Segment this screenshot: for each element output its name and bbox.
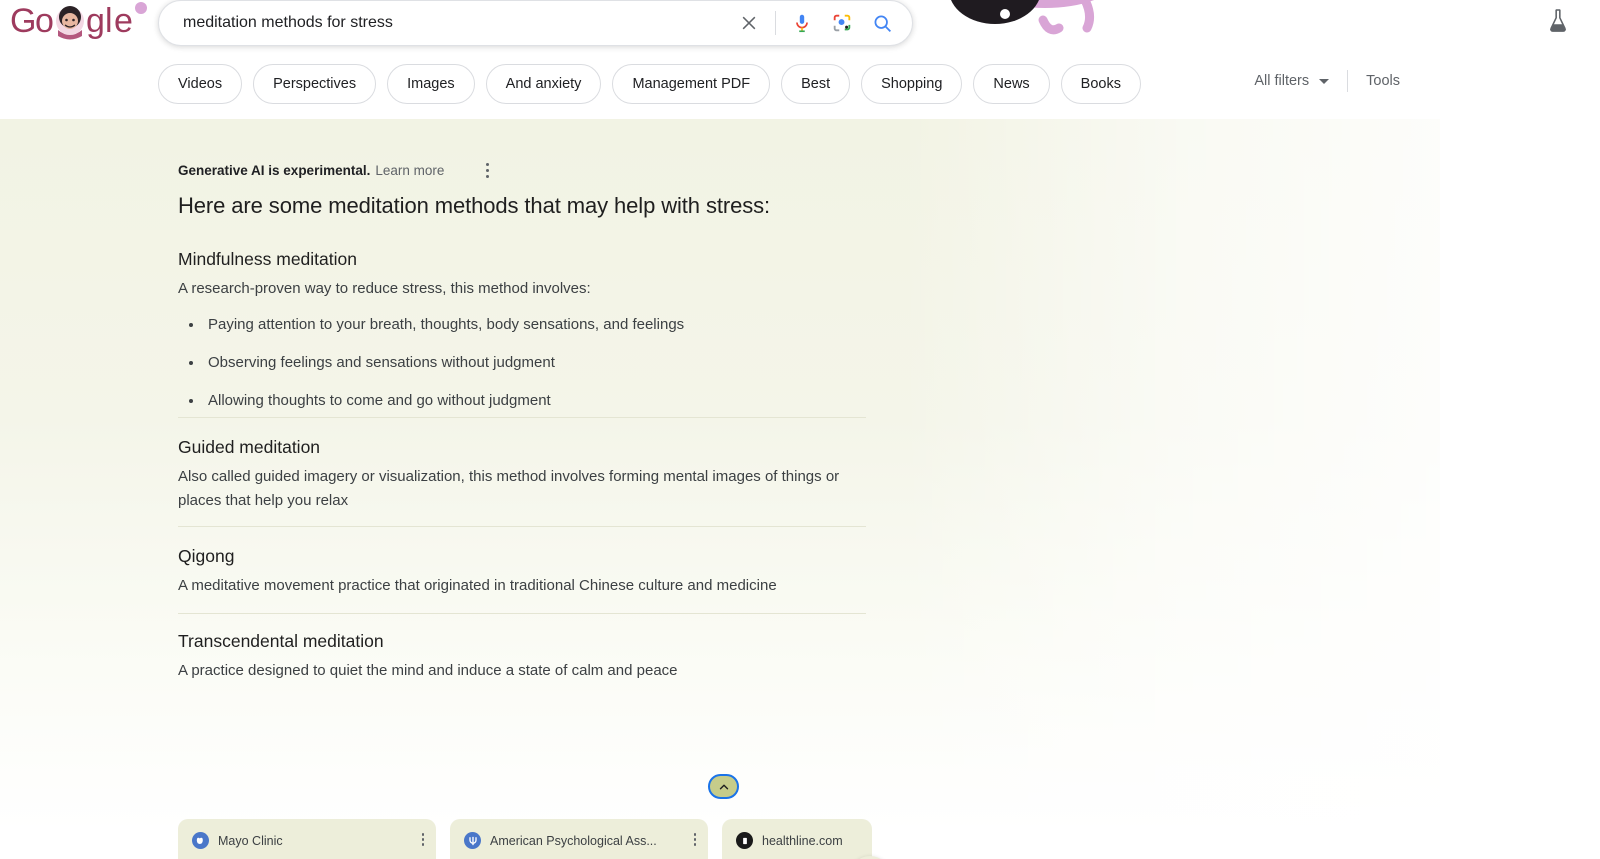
google-lens-icon	[833, 14, 851, 32]
card-source-row: healthline.com	[736, 832, 858, 849]
svg-text:g: g	[86, 2, 105, 40]
collapse-ai-overview-button[interactable]	[708, 774, 739, 799]
svg-text:o: o	[35, 2, 54, 40]
filter-chip-perspectives[interactable]: Perspectives	[253, 63, 377, 104]
search-submit-button[interactable]	[862, 1, 902, 45]
card-overflow-menu-icon[interactable]	[693, 833, 696, 846]
section-bullet-list: Paying attention to your breath, thought…	[178, 314, 878, 412]
search-bar[interactable]	[158, 0, 913, 46]
doodle-artwork	[925, 0, 1155, 44]
list-item: Observing feelings and sensations withou…	[178, 352, 878, 374]
microphone-icon	[796, 14, 808, 33]
flask-icon	[1550, 9, 1566, 32]
google-doodle-logo[interactable]: G o g l e	[8, 0, 148, 44]
search-labs-button[interactable]	[1544, 6, 1572, 36]
svg-text:G: G	[10, 2, 36, 40]
search-input[interactable]	[159, 1, 729, 45]
card-overflow-menu-icon[interactable]	[421, 833, 424, 846]
voice-search-icon[interactable]	[782, 1, 822, 45]
healthline-icon	[736, 832, 753, 849]
chevron-down-icon	[1319, 78, 1330, 84]
filter-chip-images[interactable]: Images	[387, 63, 475, 104]
section-heading: Mindfulness meditation	[178, 249, 357, 269]
filter-chip-shopping[interactable]: Shopping	[861, 63, 963, 104]
search-icon	[874, 15, 891, 32]
learn-more-link[interactable]: Learn more	[375, 164, 444, 178]
card-source-row: Mayo Clinic	[192, 832, 424, 849]
source-card[interactable]: American Psychological Ass... Mindfulnes…	[450, 819, 708, 859]
doodle-artwork-svg	[951, 0, 1095, 35]
ai-section-mindfulness-meditation: Mindfulness meditation A research-proven…	[178, 249, 878, 428]
lens-search-icon[interactable]	[822, 1, 862, 45]
section-body: A research-proven way to reduce stress, …	[178, 280, 591, 297]
section-body: A practice designed to quiet the mind an…	[178, 662, 678, 679]
mayo-shield-icon	[196, 837, 203, 844]
ai-section-qigong: Qigong A meditative movement practice th…	[178, 546, 878, 598]
filter-chip-books[interactable]: Books	[1060, 63, 1141, 104]
filter-chip-videos[interactable]: Videos	[158, 63, 243, 104]
section-body: Also called guided imagery or visualizat…	[178, 468, 840, 509]
psi-symbol-icon	[468, 836, 477, 845]
mayo-clinic-icon	[192, 832, 209, 849]
apa-psi-icon	[464, 832, 481, 849]
section-heading: Transcendental meditation	[178, 631, 384, 651]
google-logo-svg: G o g l e	[10, 2, 147, 40]
search-filters-bar: Videos Perspectives Images And anxiety M…	[0, 48, 1600, 108]
source-cards-carousel: Mayo Clinic Meditation: A simple, fast w…	[178, 819, 872, 859]
section-heading: Qigong	[178, 546, 235, 566]
section-divider	[178, 526, 866, 527]
section-divider	[178, 417, 866, 418]
list-item: Allowing thoughts to come and go without…	[178, 390, 878, 412]
section-body: A meditative movement practice that orig…	[178, 577, 777, 594]
filter-chip-news[interactable]: News	[973, 63, 1050, 104]
tools-button[interactable]: Tools	[1366, 73, 1400, 89]
filters-right-group: All filters Tools	[1254, 70, 1400, 92]
source-card[interactable]: healthline.com 9 Types of Meditation: Wh…	[722, 819, 872, 859]
filter-chip-and-anxiety[interactable]: And anxiety	[485, 63, 602, 104]
ai-overflow-menu-icon[interactable]	[482, 159, 493, 182]
google-search-page: G o g l e meditation methods for stress …	[0, 0, 1600, 859]
healthline-logo-icon	[742, 837, 747, 844]
ai-disclaimer: Generative AI is experimental. Learn mor…	[178, 159, 493, 182]
card-source-name: Mayo Clinic	[218, 833, 283, 848]
all-filters-label: All filters	[1254, 73, 1310, 89]
clear-search-icon[interactable]	[729, 1, 769, 45]
filter-chip-management-pdf[interactable]: Management PDF	[612, 63, 771, 104]
source-card[interactable]: Mayo Clinic Meditation: A simple, fast w…	[178, 819, 436, 859]
ai-answer-title: Here are some meditation methods that ma…	[178, 193, 771, 218]
chevron-up-icon	[719, 784, 728, 789]
close-icon	[742, 16, 756, 30]
section-divider	[178, 613, 866, 614]
card-source-row: American Psychological Ass...	[464, 832, 696, 849]
ai-disclaimer-text: Generative AI is experimental.	[178, 162, 371, 178]
card-source-name: healthline.com	[762, 833, 843, 848]
all-filters-button[interactable]: All filters	[1254, 73, 1330, 89]
ai-section-transcendental-meditation: Transcendental meditation A practice des…	[178, 631, 878, 683]
list-item: Paying attention to your breath, thought…	[178, 314, 878, 336]
card-source-name: American Psychological Ass...	[490, 833, 657, 848]
section-heading: Guided meditation	[178, 437, 321, 457]
page-header: G o g l e	[0, 0, 1600, 48]
svg-text:l: l	[105, 2, 113, 40]
ai-section-guided-meditation: Guided meditation Also called guided ima…	[178, 437, 878, 513]
filters-divider	[1347, 70, 1349, 92]
svg-text:e: e	[114, 2, 133, 40]
search-divider	[775, 11, 776, 35]
filter-chip-best[interactable]: Best	[781, 63, 851, 104]
